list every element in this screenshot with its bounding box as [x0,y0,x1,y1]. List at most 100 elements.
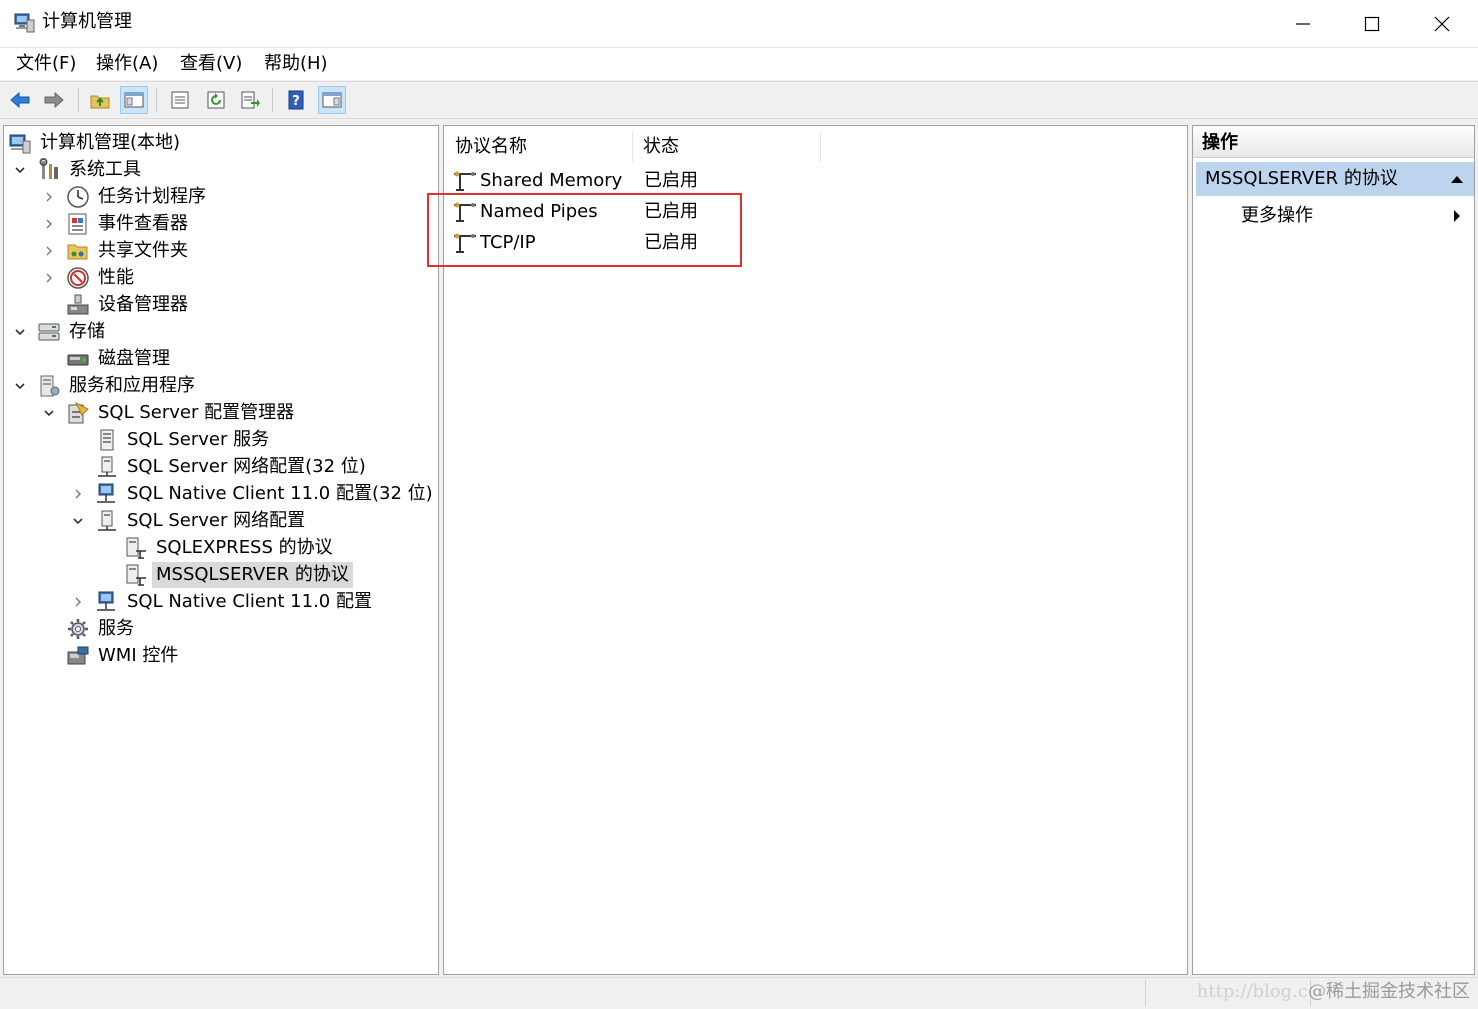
tree-item-label: SQL Server 配置管理器 [98,401,295,423]
refresh-button[interactable] [202,86,230,114]
collapse-up-icon[interactable] [1450,174,1464,184]
show-hide-action-pane-button[interactable] [318,86,346,114]
tree-item-label: SQL Native Client 11.0 配置(32 位) [127,482,433,504]
actions-title: 操作 [1202,132,1238,153]
forward-button[interactable] [40,86,68,114]
chevron-down-icon[interactable] [13,379,27,393]
client-computer-icon [97,591,115,611]
network-server-icon [98,456,116,477]
tree-item-label: 存储 [69,320,105,342]
minimize-button[interactable] [1268,0,1338,47]
title-bar: 计算机管理 [0,0,1478,47]
protocol-status: 已启用 [644,170,698,191]
tree-item-label: SQL Server 服务 [127,428,270,450]
actions-section-header[interactable]: MSSQLSERVER 的协议 [1196,162,1474,196]
computer-management-icon [9,134,31,153]
show-hide-console-tree-button[interactable] [120,86,148,114]
close-button[interactable] [1407,0,1477,47]
chevron-right-icon[interactable] [71,595,85,609]
minimize-icon [1296,22,1310,25]
protocol-name: Shared Memory [480,170,623,191]
tree-item-label: 共享文件夹 [98,239,188,261]
up-one-level-button[interactable] [86,86,114,114]
menu-action[interactable]: 操作(A) [96,52,158,76]
tree-item-label: 设备管理器 [98,293,188,315]
protocol-row-shared-memory[interactable]: Shared Memory 已启用 [452,166,1152,196]
back-arrow-icon [10,91,30,109]
protocols-icon [126,564,146,586]
network-server-icon [98,510,116,531]
performance-icon [67,266,89,289]
protocol-icon [454,171,476,191]
highlight-annotation-box [427,193,742,267]
submenu-arrow-icon [1454,210,1460,222]
computer-management-icon [14,13,35,33]
sql-config-manager-icon [68,401,89,423]
server-icon [100,429,114,450]
tree-item-label: 任务计划程序 [98,185,206,207]
tree-item-label: 磁盘管理 [98,347,170,369]
tree-item-label: SQL Server 网络配置(32 位) [127,455,366,477]
actions-section-title: MSSQLSERVER 的协议 [1205,168,1398,189]
watermark-brand: @稀土掘金技术社区 [1308,981,1470,1002]
tree-item-label: SQLEXPRESS 的协议 [156,536,333,558]
tree-item-label: 性能 [98,266,134,288]
window-title: 计算机管理 [42,11,132,32]
gear-icon [68,618,88,639]
chevron-down-icon[interactable] [13,163,27,177]
chevron-down-icon[interactable] [13,325,27,339]
chevron-down-icon[interactable] [42,406,56,420]
toolbar-separator [156,88,157,112]
chevron-down-icon[interactable] [71,514,85,528]
tools-icon [39,157,58,179]
chevron-right-icon[interactable] [42,244,56,258]
chevron-right-icon[interactable] [42,190,56,204]
column-separator[interactable] [632,132,633,162]
protocols-icon [126,537,146,559]
disk-icon [67,354,89,365]
export-list-icon [241,91,260,109]
watermark-url: http://blog.c [1196,981,1308,1002]
wmi-icon [67,646,89,664]
actions-header: 操作 [1193,126,1474,158]
forward-arrow-icon [44,91,64,109]
shared-folder-icon [67,244,88,259]
column-header-status[interactable]: 状态 [643,134,679,160]
event-viewer-icon [68,213,87,234]
chevron-right-icon[interactable] [71,487,85,501]
toolbar: ? [0,81,1478,119]
tree-item-label: 服务和应用程序 [69,374,195,396]
watermark: http://blog.c@稀土掘金技术社区 [1197,980,1470,1004]
chevron-right-icon[interactable] [42,217,56,231]
chevron-right-icon[interactable] [42,271,56,285]
help-button[interactable]: ? [282,86,310,114]
properties-icon [171,91,189,109]
toolbar-separator [78,88,79,112]
tree-item-label: SQL Native Client 11.0 配置 [127,590,372,612]
export-list-button[interactable] [236,86,264,114]
column-separator[interactable] [820,132,821,162]
svg-text:?: ? [292,94,300,109]
tree-item-label: WMI 控件 [98,644,179,666]
clock-icon [67,185,89,208]
client-computer-icon [97,483,115,503]
more-actions-item[interactable]: 更多操作 [1196,202,1474,232]
menu-help[interactable]: 帮助(H) [264,52,328,76]
maximize-button[interactable] [1337,0,1407,47]
tree-item-label: SQL Server 网络配置 [127,509,306,531]
up-folder-icon [90,95,110,109]
back-button[interactable] [6,86,34,114]
menu-file[interactable]: 文件(F) [16,52,76,76]
menu-view[interactable]: 查看(V) [180,52,242,76]
properties-button[interactable] [166,86,194,114]
column-header-protocol-name[interactable]: 协议名称 [455,134,527,160]
console-tree: 计算机管理(本地) 系统工具 任务计划程序 事件查看器 共享文件夹 性能 设备管… [3,125,439,975]
device-manager-icon [67,294,89,314]
tree-item-label: 事件查看器 [98,212,188,234]
close-icon [1434,16,1450,31]
actions-pane: 操作 MSSQLSERVER 的协议 更多操作 [1192,125,1475,975]
maximize-icon [1364,16,1380,31]
tree-item-label: MSSQLSERVER 的协议 [152,561,353,588]
tree-item-label: 服务 [98,617,134,639]
show-hide-tree-icon [124,92,144,108]
